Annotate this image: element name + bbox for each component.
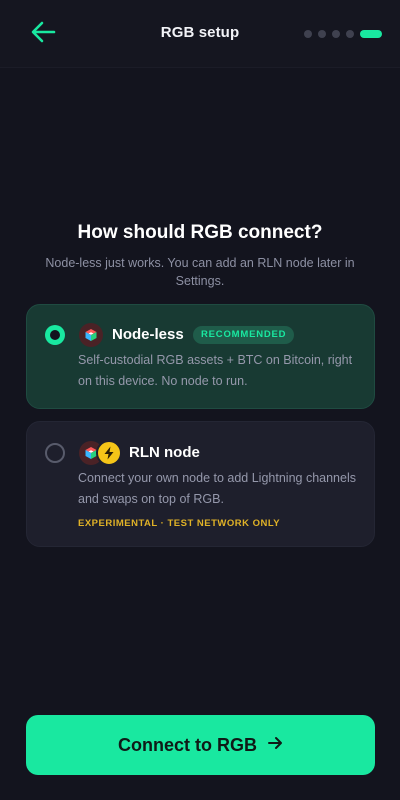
radio-selected[interactable] [45, 325, 65, 345]
question-subtitle: Node-less just works. You can add an RLN… [45, 256, 355, 288]
step-progress-indicator [304, 30, 382, 38]
rgb-cube-icon [79, 323, 103, 347]
step-dot [304, 30, 312, 38]
step-dot-active [360, 30, 382, 38]
step-dot [318, 30, 326, 38]
connect-to-rgb-button[interactable]: Connect to RGB [26, 715, 375, 775]
step-dot [346, 30, 354, 38]
lightning-bolt-icon [96, 440, 122, 466]
option-title: Node-less [112, 326, 184, 343]
option-description: Connect your own node to add Lightning c… [78, 471, 356, 506]
recommended-badge: RECOMMENDED [193, 326, 295, 344]
experimental-tag: EXPERIMENTAL · TEST NETWORK ONLY [78, 518, 281, 529]
radio-unselected[interactable] [45, 443, 65, 463]
step-dot [332, 30, 340, 38]
option-rln-node[interactable]: RLN node Connect your own node to add Li… [26, 421, 375, 547]
option-node-less[interactable]: Node-less RECOMMENDED Self-custodial RGB… [26, 304, 375, 409]
top-bar: RGB setup [0, 0, 400, 68]
rgb-setup-screen: RGB setup How should RGB connect? Node-l… [0, 0, 400, 800]
option-description: Self-custodial RGB assets + BTC on Bitco… [78, 353, 353, 388]
question-heading: How should RGB connect? [77, 222, 323, 243]
arrow-right-icon [267, 735, 283, 756]
option-title: RLN node [129, 444, 200, 461]
cta-label: Connect to RGB [118, 734, 257, 755]
